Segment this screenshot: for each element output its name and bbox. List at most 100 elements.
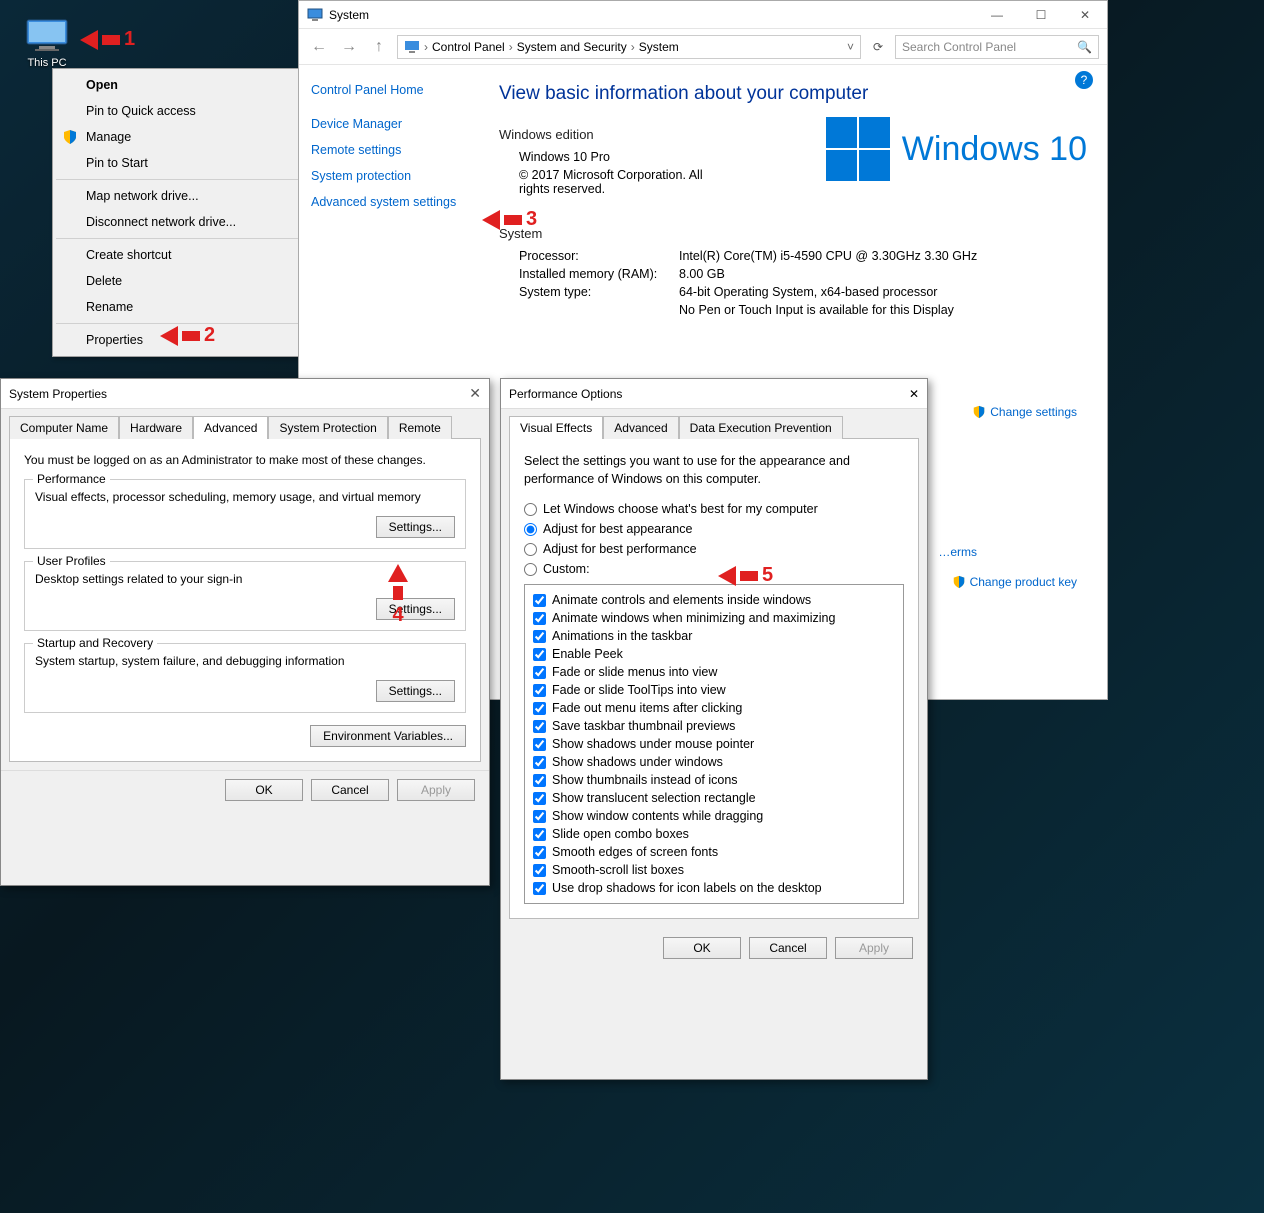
performance-radio[interactable]: Let Windows choose what's best for my co… (524, 502, 904, 516)
tab-system-protection[interactable]: System Protection (268, 416, 387, 439)
radio-input[interactable] (524, 503, 537, 516)
checkbox-input[interactable] (533, 756, 546, 769)
search-input[interactable]: Search Control Panel 🔍 (895, 35, 1099, 59)
context-menu-item[interactable]: Delete (56, 268, 324, 294)
checkbox-input[interactable] (533, 738, 546, 751)
tab-advanced[interactable]: Advanced (603, 416, 678, 439)
checkbox-input[interactable] (533, 630, 546, 643)
checkbox-input[interactable] (533, 864, 546, 877)
maximize-button[interactable]: ☐ (1019, 1, 1063, 29)
context-menu-item[interactable]: Disconnect network drive... (56, 209, 324, 235)
change-product-key-link[interactable]: Change product key (952, 575, 1077, 589)
change-settings-link[interactable]: Change settings (972, 405, 1077, 419)
close-button[interactable]: ✕ (909, 387, 919, 401)
checkbox-input[interactable] (533, 720, 546, 733)
apply-button[interactable]: Apply (397, 779, 475, 801)
tab-data-execution-prevention[interactable]: Data Execution Prevention (679, 416, 843, 439)
ok-button[interactable]: OK (225, 779, 303, 801)
apply-button[interactable]: Apply (835, 937, 913, 959)
refresh-button[interactable]: ⟳ (867, 40, 889, 54)
checkbox-input[interactable] (533, 702, 546, 715)
visual-effect-checkbox[interactable]: Show window contents while dragging (533, 807, 895, 825)
sidebar-link-system-protection[interactable]: System protection (311, 169, 487, 183)
visual-effect-checkbox[interactable]: Animate windows when minimizing and maxi… (533, 609, 895, 627)
close-button[interactable]: ✕ (1063, 1, 1107, 29)
visual-effect-checkbox[interactable]: Save taskbar thumbnail previews (533, 717, 895, 735)
checkbox-input[interactable] (533, 666, 546, 679)
checkbox-input[interactable] (533, 684, 546, 697)
cancel-button[interactable]: Cancel (311, 779, 389, 801)
visual-effect-checkbox[interactable]: Fade or slide menus into view (533, 663, 895, 681)
sidebar-link-remote-settings[interactable]: Remote settings (311, 143, 487, 157)
visual-effect-checkbox[interactable]: Show shadows under mouse pointer (533, 735, 895, 753)
annotation-5: 5 (718, 564, 773, 587)
visual-effects-checklist[interactable]: Animate controls and elements inside win… (524, 584, 904, 904)
tab-computer-name[interactable]: Computer Name (9, 416, 119, 439)
system-info-value: 64-bit Operating System, x64-based proce… (679, 285, 937, 299)
sidebar-link-device-manager[interactable]: Device Manager (311, 117, 487, 131)
titlebar[interactable]: System — ☐ ✕ (299, 1, 1107, 29)
context-menu-item[interactable]: Open (56, 72, 324, 98)
nav-up[interactable]: ↑ (367, 38, 391, 56)
chevron-down-icon[interactable]: ˅ (847, 40, 854, 54)
visual-effect-checkbox[interactable]: Animations in the taskbar (533, 627, 895, 645)
visual-effect-checkbox[interactable]: Show thumbnails instead of icons (533, 771, 895, 789)
visual-effect-checkbox[interactable]: Use drop shadows for icon labels on the … (533, 879, 895, 897)
breadcrumb-item[interactable]: System and Security (517, 40, 627, 54)
visual-effect-checkbox[interactable]: Animate controls and elements inside win… (533, 591, 895, 609)
context-menu-item[interactable]: Map network drive... (56, 183, 324, 209)
sidebar-link-advanced-system-settings[interactable]: Advanced system settings (311, 195, 487, 209)
search-icon: 🔍 (1077, 40, 1092, 54)
breadcrumb-item[interactable]: Control Panel (432, 40, 505, 54)
checkbox-input[interactable] (533, 648, 546, 661)
close-button[interactable]: ✕ (469, 385, 481, 402)
checkbox-input[interactable] (533, 846, 546, 859)
checkbox-input[interactable] (533, 774, 546, 787)
visual-effect-checkbox[interactable]: Slide open combo boxes (533, 825, 895, 843)
minimize-button[interactable]: — (975, 1, 1019, 29)
radio-input[interactable] (524, 563, 537, 576)
performance-radio[interactable]: Custom: (524, 562, 904, 576)
tab-visual-effects[interactable]: Visual Effects (509, 416, 603, 439)
settings-button[interactable]: Settings... (376, 680, 455, 702)
this-pc-desktop-icon[interactable]: This PC (14, 18, 80, 69)
settings-button[interactable]: Settings... (376, 516, 455, 538)
visual-effect-checkbox[interactable]: Show shadows under windows (533, 753, 895, 771)
visual-effect-checkbox[interactable]: Fade out menu items after clicking (533, 699, 895, 717)
cancel-button[interactable]: Cancel (749, 937, 827, 959)
tab-hardware[interactable]: Hardware (119, 416, 193, 439)
radio-input[interactable] (524, 543, 537, 556)
breadcrumb-item[interactable]: System (639, 40, 679, 54)
radio-label: Let Windows choose what's best for my co… (543, 502, 818, 516)
visual-effect-checkbox[interactable]: Fade or slide ToolTips into view (533, 681, 895, 699)
tab-advanced[interactable]: Advanced (193, 416, 268, 439)
checkbox-input[interactable] (533, 828, 546, 841)
visual-effect-checkbox[interactable]: Enable Peek (533, 645, 895, 663)
visual-effect-checkbox[interactable]: Smooth edges of screen fonts (533, 843, 895, 861)
radio-input[interactable] (524, 523, 537, 536)
checkbox-input[interactable] (533, 810, 546, 823)
tab-remote[interactable]: Remote (388, 416, 452, 439)
nav-back[interactable]: ← (307, 38, 331, 56)
context-menu-item[interactable]: Create shortcut (56, 242, 324, 268)
performance-radio[interactable]: Adjust for best appearance (524, 522, 904, 536)
system-info-key: System type: (519, 285, 679, 299)
breadcrumb[interactable]: › Control Panel › System and Security › … (397, 35, 861, 59)
checkbox-input[interactable] (533, 882, 546, 895)
visual-effect-checkbox[interactable]: Show translucent selection rectangle (533, 789, 895, 807)
context-menu-item[interactable]: Pin to Start (56, 150, 324, 176)
checkbox-input[interactable] (533, 792, 546, 805)
context-menu-item[interactable]: Rename (56, 294, 324, 320)
context-menu-item[interactable]: Pin to Quick access (56, 98, 324, 124)
ok-button[interactable]: OK (663, 937, 741, 959)
performance-radio[interactable]: Adjust for best performance (524, 542, 904, 556)
visual-effect-checkbox[interactable]: Smooth-scroll list boxes (533, 861, 895, 879)
license-terms-link[interactable]: …erms (938, 545, 977, 559)
nav-forward[interactable]: → (337, 38, 361, 56)
environment-variables-button[interactable]: Environment Variables... (310, 725, 466, 747)
control-panel-home-link[interactable]: Control Panel Home (311, 83, 487, 97)
checkbox-input[interactable] (533, 594, 546, 607)
groupbox-desc: Visual effects, processor scheduling, me… (35, 490, 455, 504)
checkbox-input[interactable] (533, 612, 546, 625)
context-menu-item[interactable]: Manage (56, 124, 324, 150)
